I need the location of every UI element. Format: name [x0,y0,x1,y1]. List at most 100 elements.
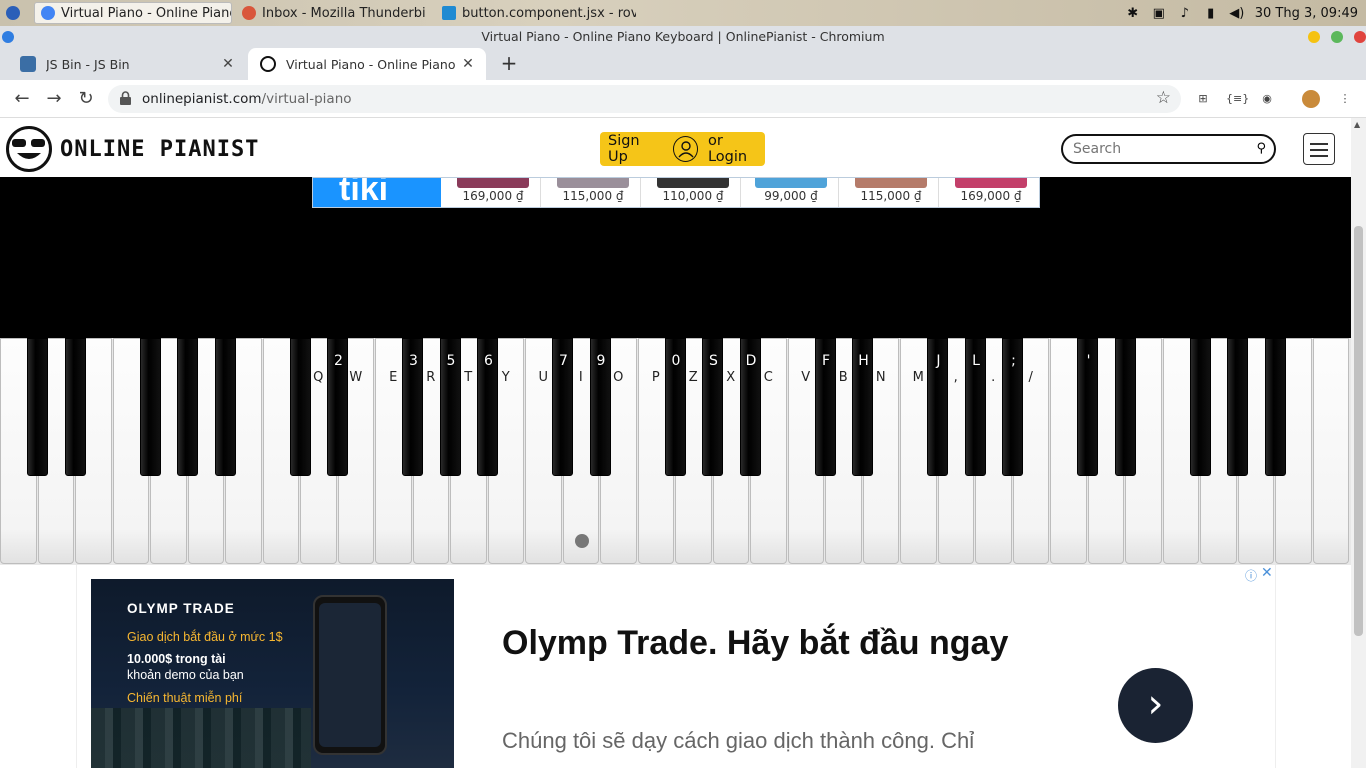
tiki-logo[interactable]: tiki [313,178,441,207]
black-key[interactable]: 2 [327,338,348,476]
ad-product-image [657,178,729,188]
login-label[interactable]: or Login [708,133,765,165]
black-key[interactable] [1227,338,1248,476]
tab-label: JS Bin - JS Bin [46,56,130,72]
ad-product[interactable]: 99,000 ₫ [743,178,839,207]
black-key[interactable] [139,338,161,476]
black-key[interactable] [1189,338,1211,476]
black-key[interactable]: 7 [552,338,573,476]
address-url: onlinepianist.com/virtual-piano [142,85,352,113]
black-key[interactable] [289,338,311,476]
ad-body: Chúng tôi sẽ dạy cách giao dịch thành cô… [502,728,975,753]
window-app-dot [2,31,14,43]
json-extension-icon[interactable]: {≡} [1226,90,1249,108]
black-key[interactable] [214,338,236,476]
battery-icon[interactable]: ▮ [1203,5,1219,21]
window-icon[interactable]: ▣ [1151,5,1167,21]
new-tab-button[interactable]: + [497,52,521,76]
search-input[interactable] [1073,136,1253,162]
black-key[interactable]: 3 [402,338,423,476]
ad-product[interactable]: 115,000 ₫ [545,178,641,207]
os-task-chromium[interactable]: Virtual Piano - Online Piano ... [34,2,232,24]
bluetooth-icon[interactable]: ✱ [1125,5,1141,21]
black-key[interactable]: L [964,338,986,476]
black-key[interactable]: J [927,338,948,476]
black-key[interactable]: ' [1077,338,1098,476]
scroll-up-icon[interactable]: ▲ [1354,120,1360,129]
profile-avatar[interactable] [1302,90,1320,108]
volume-icon[interactable]: ◀) [1229,5,1245,21]
black-key[interactable]: 9 [589,338,611,476]
black-key[interactable]: D [739,338,761,476]
ad-product-image [855,178,927,188]
ad-product-price: 115,000 ₫ [860,189,922,203]
back-icon[interactable]: ← [10,87,34,111]
black-key[interactable]: 5 [439,338,461,476]
black-key[interactable]: ; [1002,338,1023,476]
black-key[interactable] [27,338,48,476]
onlinepianist-favicon-icon [260,56,276,72]
search-icon[interactable]: ⚲ [1256,141,1266,156]
logo-icon[interactable] [6,126,52,172]
browser-menu-icon[interactable]: ⋮ [1336,90,1354,108]
black-key[interactable]: 6 [477,338,498,476]
hamburger-menu-button[interactable] [1303,133,1335,165]
black-key[interactable] [177,338,198,476]
ad-product-image [557,178,629,188]
maximize-button[interactable] [1331,31,1343,43]
black-key[interactable] [64,338,86,476]
jsbin-favicon-icon [20,56,36,72]
ad-product-price: 99,000 ₫ [764,189,818,203]
os-menu-button[interactable] [2,2,26,24]
ad-close-icon[interactable]: ✕ [1261,565,1273,581]
site-logo-text[interactable]: ONLINE PIANIST [60,137,259,162]
extension-icon[interactable]: ⊞ [1194,90,1212,108]
black-key[interactable]: 0 [664,338,686,476]
black-key[interactable] [1264,338,1286,476]
tab-close-icon[interactable]: ✕ [218,56,238,72]
banner-ad[interactable]: tiki 169,000 ₫ 115,000 ₫ 110,000 ₫ 99,00… [312,177,1040,208]
black-key[interactable]: H [852,338,873,476]
olymp-trade-ad[interactable]: OLYMP TRADE Giao dịch bắt đầu ở mức 1$ 1… [76,565,1276,768]
black-key[interactable]: F [814,338,836,476]
ad-product[interactable]: 169,000 ₫ [943,178,1039,207]
os-menu-icon [6,6,20,20]
os-task-vscode[interactable]: button.component.jsx - rove... [436,2,636,24]
tab-close-icon[interactable]: ✕ [458,56,478,72]
ad-product-price: 169,000 ₫ [960,189,1022,203]
piano-keyboard: Q W E R T Y U I O P Z X C V B N M,./2 3 5 6 7 9 0 S D F H J L; ' [0,338,1351,565]
browser-toolbar: ← → ↻ onlinepianist.com/virtual-piano ☆ … [0,80,1366,118]
close-window-button[interactable] [1354,31,1366,43]
signup-label[interactable]: Sign Up [608,133,663,165]
white-key[interactable] [1312,338,1349,564]
page-scrollbar[interactable]: ▲ [1351,118,1366,768]
bookmark-star-icon[interactable]: ☆ [1156,88,1171,108]
ad-product[interactable]: 169,000 ₫ [445,178,541,207]
phone-image [313,595,387,755]
ad-image[interactable]: OLYMP TRADE Giao dịch bắt đầu ở mức 1$ 1… [91,579,454,768]
ad-info-icon[interactable]: ⓘ [1245,567,1257,584]
ad-product-image [457,178,529,188]
privacy-extension-icon[interactable]: ◉ [1258,90,1276,108]
signup-login-button[interactable]: Sign Up or Login [600,132,765,166]
os-task-thunderbird[interactable]: Inbox - Mozilla Thunderbird [236,2,426,24]
ad-product[interactable]: 115,000 ₫ [843,178,939,207]
forward-icon[interactable]: → [42,87,66,111]
black-key[interactable]: S [702,338,723,476]
lock-icon [120,91,131,105]
os-clock[interactable]: 30 Thg 3, 09:49 [1255,6,1358,21]
ad-title[interactable]: Olymp Trade. Hãy bắt đầu ngay [502,624,1008,663]
ad-line: 10.000$ trong tài [127,652,226,666]
address-bar[interactable]: onlinepianist.com/virtual-piano ☆ [108,85,1181,113]
tab-virtual-piano[interactable]: Virtual Piano - Online Piano Keyboard ✕ [248,48,486,80]
minimize-button[interactable] [1308,31,1320,43]
url-path: /virtual-piano [261,91,352,107]
ad-next-arrow-icon[interactable]: › [1118,668,1193,743]
reload-icon[interactable]: ↻ [74,87,98,111]
ad-product[interactable]: 110,000 ₫ [645,178,741,207]
tab-jsbin[interactable]: JS Bin - JS Bin ✕ [8,48,246,80]
key-label: ' [1086,353,1091,369]
notification-bell-icon[interactable]: ♪ [1177,5,1193,21]
scrollbar-thumb[interactable] [1354,226,1363,636]
black-key[interactable] [1114,338,1136,476]
